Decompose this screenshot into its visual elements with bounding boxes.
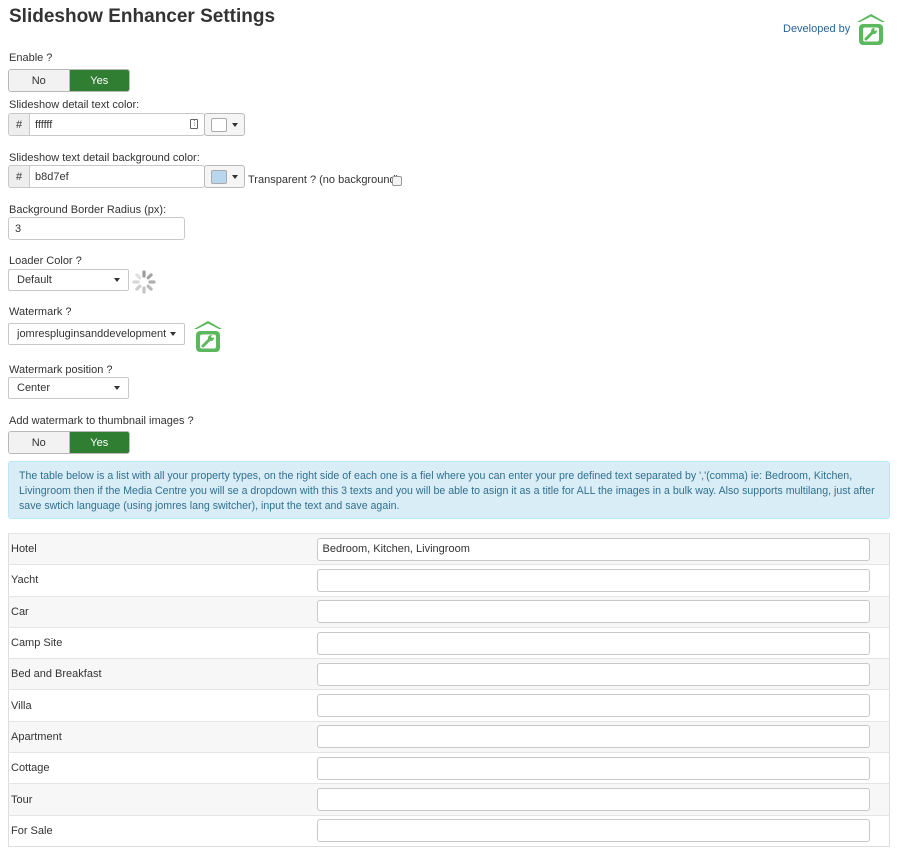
developer-logo-icon[interactable] — [855, 13, 887, 46]
property-type-name: Car — [8, 595, 317, 628]
property-type-name: Camp Site — [8, 626, 317, 659]
transparent-checkbox[interactable] — [392, 176, 402, 186]
property-type-name: Apartment — [8, 720, 317, 753]
table-row: Cottage — [8, 752, 890, 784]
thumb-watermark-no-option[interactable]: No — [9, 432, 70, 453]
property-type-value-cell — [316, 564, 890, 597]
detail-bg-color-label: Slideshow text detail background color: — [9, 152, 200, 164]
detail-bg-color-group: # — [8, 165, 205, 188]
property-type-name: Tour — [8, 783, 317, 816]
dropdown-arrow-icon — [114, 278, 120, 282]
table-row: Car — [8, 595, 890, 628]
property-type-value-cell — [316, 658, 890, 690]
watermark-select[interactable]: jomrespluginsanddevelopment.p — [8, 323, 185, 345]
caret-down-icon — [232, 174, 238, 179]
property-type-text-input[interactable] — [316, 756, 870, 780]
watermark-label: Watermark ? — [9, 306, 72, 318]
property-type-text-input[interactable] — [316, 568, 870, 592]
color-swatch — [211, 117, 227, 132]
enable-no-option[interactable]: No — [9, 70, 70, 91]
input-helper-icon[interactable]: ⋮ — [190, 119, 198, 129]
property-type-value-cell — [316, 814, 890, 847]
property-type-name: Yacht — [8, 564, 317, 597]
transparent-label: Transparent ? (no background) — [248, 174, 400, 186]
property-type-text-input[interactable] — [316, 725, 870, 749]
property-type-text-input[interactable] — [316, 788, 870, 812]
table-row: Tour — [8, 783, 890, 816]
property-type-text-input[interactable] — [316, 537, 870, 561]
color-swatch — [211, 169, 227, 184]
watermark-value: jomrespluginsanddevelopment.p — [17, 328, 166, 340]
table-row: Yacht — [8, 564, 890, 597]
developed-by-label: Developed by — [783, 23, 851, 35]
table-row: Bed and Breakfast — [8, 658, 890, 690]
watermark-position-value: Center — [17, 382, 51, 394]
property-type-name: For Sale — [8, 814, 317, 847]
detail-bg-color-picker-button[interactable] — [204, 165, 245, 188]
property-type-text-input[interactable] — [316, 694, 870, 718]
dropdown-arrow-icon — [114, 386, 120, 390]
property-type-value-cell — [316, 626, 890, 659]
property-type-value-cell — [316, 532, 890, 565]
border-radius-input[interactable] — [8, 217, 185, 240]
property-types-table: HotelYachtCarCamp SiteBed and BreakfastV… — [8, 532, 890, 847]
property-type-name: Bed and Breakfast — [8, 658, 317, 690]
property-type-value-cell — [316, 783, 890, 816]
property-type-value-cell — [316, 720, 890, 753]
page-title: Slideshow Enhancer Settings — [9, 6, 276, 27]
property-type-name: Villa — [8, 689, 317, 722]
watermark-position-select[interactable]: Center — [8, 377, 129, 399]
dropdown-arrow-icon — [170, 332, 176, 336]
detail-text-color-group: # ⋮ — [8, 113, 205, 136]
enable-label: Enable ? — [9, 52, 53, 64]
loader-color-label: Loader Color ? — [9, 255, 82, 267]
property-type-name: Hotel — [8, 532, 317, 565]
table-row: Apartment — [8, 720, 890, 753]
property-type-text-input[interactable] — [316, 631, 870, 655]
hash-prefix: # — [8, 113, 29, 136]
loader-color-select[interactable]: Default — [8, 269, 129, 291]
property-type-name: Cottage — [8, 752, 317, 784]
table-row: Camp Site — [8, 626, 890, 659]
loader-spinner-icon — [132, 270, 156, 294]
detail-bg-color-input[interactable] — [29, 165, 205, 188]
thumb-watermark-toggle[interactable]: No Yes — [8, 431, 130, 454]
border-radius-label: Background Border Radius (px): — [9, 204, 167, 216]
property-type-text-input[interactable] — [316, 819, 870, 843]
property-type-text-input[interactable] — [316, 600, 870, 624]
table-row: For Sale — [8, 814, 890, 847]
enable-yes-option[interactable]: Yes — [69, 70, 129, 91]
detail-text-color-label: Slideshow detail text color: — [9, 99, 140, 111]
detail-text-color-input[interactable] — [29, 113, 205, 136]
property-type-text-input[interactable] — [316, 662, 870, 686]
table-row: Hotel — [8, 532, 890, 565]
hash-prefix: # — [8, 165, 29, 188]
watermark-position-label: Watermark position ? — [9, 364, 113, 376]
property-type-value-cell — [316, 595, 890, 628]
property-type-value-cell — [316, 752, 890, 784]
thumb-watermark-label: Add watermark to thumbnail images ? — [9, 415, 194, 427]
enable-toggle[interactable]: No Yes — [8, 69, 130, 92]
caret-down-icon — [232, 122, 238, 127]
property-type-value-cell — [316, 689, 890, 722]
thumb-watermark-yes-option[interactable]: Yes — [69, 432, 129, 453]
table-row: Villa — [8, 689, 890, 722]
watermark-preview-icon — [194, 321, 222, 352]
info-alert: The table below is a list with all your … — [8, 461, 890, 519]
loader-color-value: Default — [17, 274, 52, 286]
detail-text-color-picker-button[interactable] — [204, 113, 245, 136]
